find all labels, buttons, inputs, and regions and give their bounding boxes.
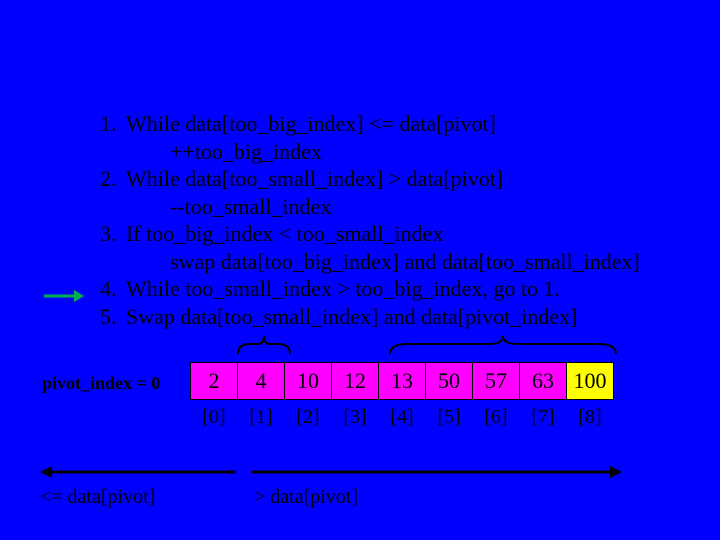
le-pivot-label: <= data[pivot] [40,486,155,509]
array-cell: 63 [519,362,567,400]
array-cell: 12 [331,362,379,400]
array-indices: [0] [1] [2] [3] [4] [5] [6] [7] [8] [190,406,614,429]
array-cell: 50 [425,362,473,400]
step-1-text: While data[too_big_index] <= data[pivot] [126,111,496,136]
step-2-text: While data[too_small_index] > data[pivot… [126,166,503,191]
array-visual: 2 4 10 12 13 50 57 63 100 [0] [1] [2] [3… [190,362,614,429]
pivot-index-label: pivot_index = 0 [42,373,160,394]
brace-right-icon [388,334,618,358]
array-cell: 2 [190,362,238,400]
array-cell: 57 [472,362,520,400]
array-index: [4] [378,406,426,429]
brace-left-icon [236,334,292,358]
algorithm-list: While data[too_big_index] <= data[pivot]… [80,110,640,330]
array-cell: 4 [237,362,285,400]
left-arrow-icon [40,464,236,480]
step-4-text: While too_small_index > too_big_index, g… [126,276,560,301]
step-4: While too_small_index > too_big_index, g… [122,275,640,303]
step-2b-text: --too_small_index [170,193,640,221]
array-index: [8] [566,406,614,429]
step-5: Swap data[too_small_index] and data[pivo… [122,303,640,331]
array-index: [1] [237,406,285,429]
array-cells: 2 4 10 12 13 50 57 63 100 [190,362,614,400]
array-index: [0] [190,406,238,429]
slide: While data[too_big_index] <= data[pivot]… [0,0,720,540]
array-index: [5] [425,406,473,429]
step-5-text: Swap data[too_small_index] and data[pivo… [126,304,578,329]
array-cell: 100 [566,362,614,400]
gt-pivot-label: > data[pivot] [254,486,358,509]
step-1: While data[too_big_index] <= data[pivot]… [122,110,640,165]
step-3: If too_big_index < too_small_index swap … [122,220,640,275]
step5-arrow-icon [44,287,84,305]
array-cell: 10 [284,362,332,400]
array-index: [2] [284,406,332,429]
array-cell: 13 [378,362,426,400]
array-index: [6] [472,406,520,429]
step-3b-text: swap data[too_big_index] and data[too_sm… [170,248,640,276]
array-index: [3] [331,406,379,429]
step-1b-text: ++too_big_index [170,138,640,166]
right-arrow-icon [252,464,622,480]
step-2: While data[too_small_index] > data[pivot… [122,165,640,220]
array-index: [7] [519,406,567,429]
step-3-text: If too_big_index < too_small_index [126,221,443,246]
